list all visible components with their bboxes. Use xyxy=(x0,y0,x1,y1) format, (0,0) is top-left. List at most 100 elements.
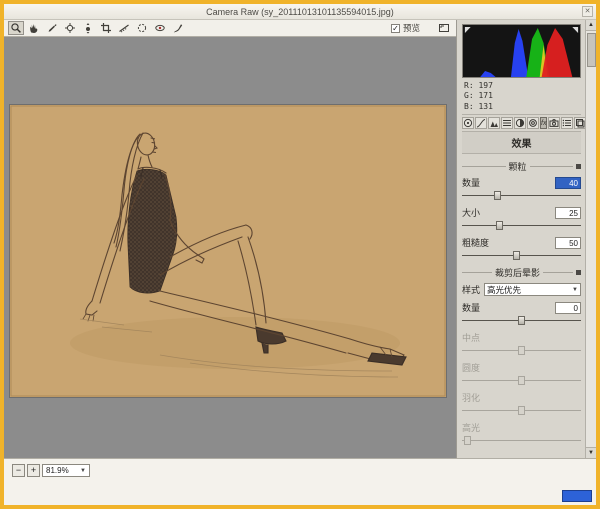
adjustment-brush-tool-button[interactable] xyxy=(170,21,186,35)
tab-detail[interactable] xyxy=(488,117,500,129)
grain-roughness-value[interactable]: 50 xyxy=(555,237,581,249)
window-title: Camera Raw (sy_20111013101135594015.jpg) xyxy=(206,7,394,17)
vignette-amount-value[interactable]: 0 xyxy=(555,302,581,314)
titlebar: Camera Raw (sy_20111013101135594015.jpg)… xyxy=(4,4,596,20)
brush-icon xyxy=(172,22,184,34)
fullscreen-toggle-button[interactable] xyxy=(436,21,452,35)
histogram[interactable] xyxy=(462,24,581,78)
vignette-roundness-slider xyxy=(462,376,581,385)
readout-blue: B: 131 xyxy=(464,102,579,112)
grain-amount-label: 数量 xyxy=(462,176,480,189)
red-eye-removal-tool-button[interactable] xyxy=(152,21,168,35)
grain-section-header: 颗粒 xyxy=(462,160,581,173)
fullscreen-icon xyxy=(438,22,450,34)
dropdown-arrow-icon: ▼ xyxy=(80,468,86,474)
checkbox-check-icon: ✓ xyxy=(391,24,400,33)
vignette-roundness-label: 圆度 xyxy=(462,361,480,374)
slider-handle xyxy=(518,376,525,385)
slider-handle xyxy=(518,406,525,415)
scrollbar-thumb[interactable] xyxy=(587,33,596,67)
tab-lens-corrections[interactable] xyxy=(527,117,539,129)
grain-size-slider[interactable] xyxy=(462,221,581,230)
zoom-out-button[interactable]: − xyxy=(12,464,25,477)
white-balance-tool-button[interactable] xyxy=(44,21,60,35)
grain-size-value[interactable]: 25 xyxy=(555,207,581,219)
vignette-highlights-row: 高光 xyxy=(462,421,581,445)
tab-hsl-grayscale[interactable] xyxy=(501,117,513,129)
vignette-roundness-row: 圆度 xyxy=(462,361,581,385)
panel-tab-strip: fx xyxy=(462,114,581,132)
tab-camera-calibration[interactable] xyxy=(548,117,560,129)
vignette-feather-slider xyxy=(462,406,581,415)
tab-presets[interactable] xyxy=(561,117,573,129)
grain-roughness-slider[interactable] xyxy=(462,251,581,260)
vignette-style-select[interactable]: 高光优先 ▼ xyxy=(484,283,581,296)
readout-green: G: 171 xyxy=(464,91,579,101)
zoom-level-select[interactable]: 81.9% ▼ xyxy=(42,464,90,477)
vignette-highlights-slider xyxy=(462,436,581,445)
grain-amount-row: 数量 40 xyxy=(462,176,581,200)
vignette-amount-slider[interactable] xyxy=(462,316,581,325)
vignette-style-value: 高光优先 xyxy=(487,284,521,296)
preview-checkbox[interactable]: ✓ 预览 xyxy=(391,22,420,34)
targeted-adjustment-icon xyxy=(82,22,94,34)
tab-tone-curve[interactable] xyxy=(475,117,487,129)
preview-area xyxy=(4,37,456,458)
close-button[interactable]: ✕ xyxy=(582,6,593,17)
tool-strip: ✓ 预览 xyxy=(4,20,456,37)
sketch-woman-drawing xyxy=(10,105,446,397)
zoom-tool-button[interactable] xyxy=(8,21,24,35)
grain-header-label: 颗粒 xyxy=(509,160,527,173)
panel-title: 效果 xyxy=(462,132,581,154)
vignette-amount-label: 数量 xyxy=(462,301,480,314)
color-sampler-tool-button[interactable] xyxy=(62,21,78,35)
slider-handle[interactable] xyxy=(496,221,503,230)
straighten-tool-button[interactable] xyxy=(116,21,132,35)
vignette-amount-row: 数量 0 xyxy=(462,301,581,325)
slider-handle[interactable] xyxy=(513,251,520,260)
zoom-level-value: 81.9% xyxy=(46,466,69,475)
rgb-readout: R: 197 G: 171 B: 131 xyxy=(462,78,581,114)
grain-amount-value[interactable]: 40 xyxy=(555,177,581,189)
hand-icon xyxy=(28,22,40,34)
tab-basic[interactable] xyxy=(462,117,474,129)
vignette-section-header: 裁剪后晕影 xyxy=(462,266,581,279)
adjustments-panel: R: 197 G: 171 B: 131 fx 效果 xyxy=(456,20,596,458)
scroll-down-icon[interactable]: ▼ xyxy=(586,447,597,458)
targeted-adjustment-tool-button[interactable] xyxy=(80,21,96,35)
slider-handle xyxy=(518,346,525,355)
slider-handle[interactable] xyxy=(518,316,525,325)
vignette-header-label: 裁剪后晕影 xyxy=(495,266,540,279)
crop-icon xyxy=(100,22,112,34)
crop-tool-button[interactable] xyxy=(98,21,114,35)
readout-red: R: 197 xyxy=(464,81,579,91)
bottom-bar: − + 81.9% ▼ xyxy=(4,458,596,505)
eyedropper-icon xyxy=(46,22,58,34)
spot-removal-tool-button[interactable] xyxy=(134,21,150,35)
grain-amount-slider[interactable] xyxy=(462,191,581,200)
camera-raw-window: Camera Raw (sy_20111013101135594015.jpg)… xyxy=(0,0,600,509)
dropdown-arrow-icon: ▼ xyxy=(572,287,578,293)
zoom-in-button[interactable]: + xyxy=(27,464,40,477)
zoom-controls: − + 81.9% ▼ xyxy=(12,464,90,477)
tab-effects[interactable]: fx xyxy=(540,117,547,129)
slider-handle[interactable] xyxy=(494,191,501,200)
grain-size-row: 大小 25 xyxy=(462,206,581,230)
spot-removal-icon xyxy=(136,22,148,34)
panel-scrollbar[interactable]: ▲ ▼ xyxy=(585,20,596,458)
vignette-style-row: 样式 高光优先 ▼ xyxy=(462,283,581,296)
scroll-up-icon[interactable]: ▲ xyxy=(586,20,597,31)
blue-button-fragment[interactable] xyxy=(562,490,592,502)
hand-tool-button[interactable] xyxy=(26,21,42,35)
section-toggle-icon[interactable] xyxy=(576,164,581,169)
color-sampler-icon xyxy=(64,22,76,34)
preview-label: 预览 xyxy=(403,22,420,34)
vignette-midpoint-row: 中点 xyxy=(462,331,581,355)
section-toggle-icon[interactable] xyxy=(576,270,581,275)
tab-split-toning[interactable] xyxy=(514,117,526,129)
preview-image[interactable] xyxy=(10,105,446,397)
straighten-icon xyxy=(118,22,130,34)
grain-size-label: 大小 xyxy=(462,206,480,219)
fx-glyph: fx xyxy=(541,120,546,127)
vignette-style-label: 样式 xyxy=(462,283,480,296)
